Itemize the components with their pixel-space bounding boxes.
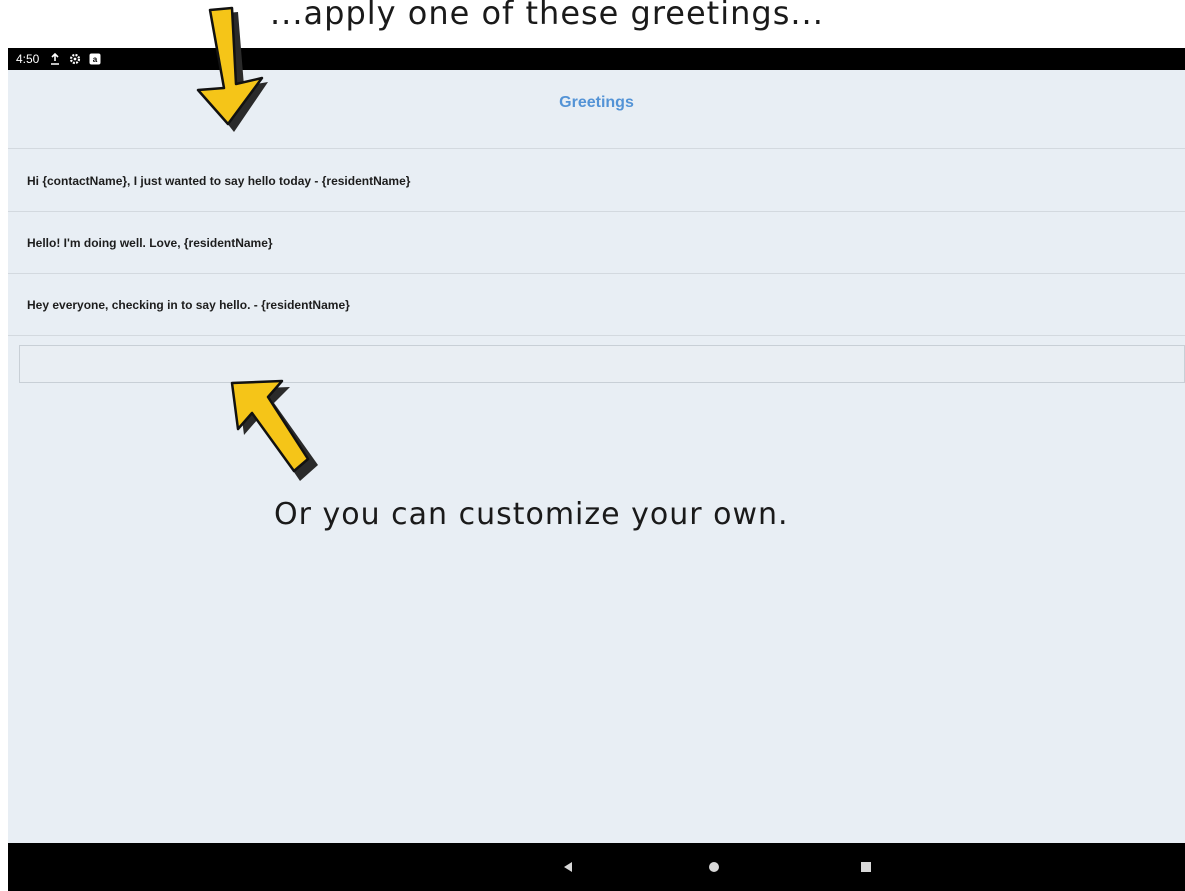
amazon-icon: a — [89, 53, 101, 65]
greeting-option[interactable]: Hi {contactName}, I just wanted to say h… — [8, 150, 1185, 212]
header-divider — [8, 148, 1185, 149]
navigation-bar — [8, 843, 1185, 891]
status-bar: 4:50 a — [8, 48, 1185, 70]
greeting-option[interactable]: Hello! I'm doing well. Love, {residentNa… — [8, 212, 1185, 274]
top-overlay-text: ...apply one of these greetings... — [270, 0, 824, 32]
recents-icon[interactable] — [854, 855, 878, 879]
greeting-option[interactable]: Hey everyone, checking in to say hello. … — [8, 274, 1185, 336]
svg-text:a: a — [93, 55, 98, 64]
greetings-screen: Greetings Hi {contactName}, I just wante… — [8, 70, 1185, 843]
overlay-caption: Or you can customize your own. — [274, 497, 789, 532]
pointer-arrow-up-icon — [230, 379, 318, 481]
page-title: Greetings — [559, 94, 634, 111]
pointer-arrow-down-icon — [196, 6, 268, 132]
upload-icon — [49, 53, 61, 65]
custom-greeting-input[interactable] — [19, 345, 1185, 383]
home-icon[interactable] — [702, 855, 726, 879]
back-icon[interactable] — [556, 855, 580, 879]
settings-icon — [69, 53, 81, 65]
status-time: 4:50 — [16, 52, 40, 66]
